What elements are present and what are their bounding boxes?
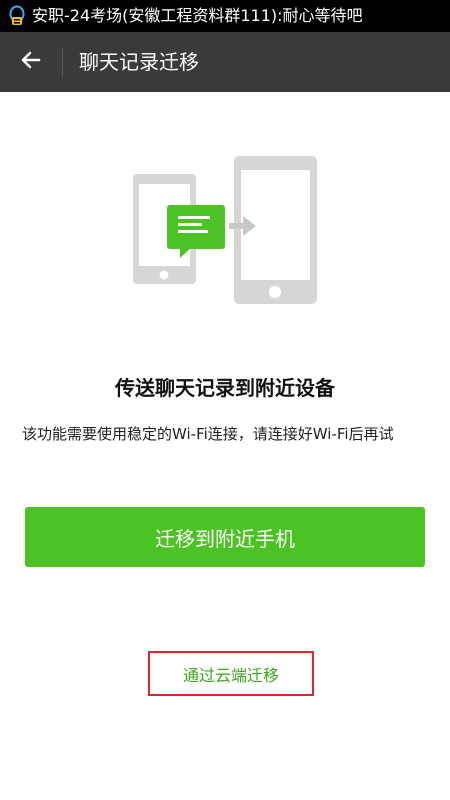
migration-illustration [0,92,450,332]
status-notification-text: 安职-24考场(安徽工程资料群111):耐心等待吧 [32,6,363,25]
page-title: 聊天记录迁移 [79,50,199,74]
header-divider [62,47,63,77]
migrate-to-nearby-phone-button[interactable]: 迁移到附近手机 [25,507,425,567]
main-heading: 传送聊天记录到附近设备 [115,376,335,400]
cloud-migration-link[interactable]: 通过云端迁移 [148,651,314,696]
arrow-left-icon [19,48,43,76]
app-header: 聊天记录迁移 [0,32,450,92]
status-bar: 安职-24考场(安徽工程资料群111):耐心等待吧 [0,0,450,32]
qq-penguin-icon [6,5,28,27]
back-button[interactable] [0,32,62,92]
wifi-requirement-text: 该功能需要使用稳定的Wi-Fi连接，请连接好Wi-Fi后再试 [22,425,394,443]
